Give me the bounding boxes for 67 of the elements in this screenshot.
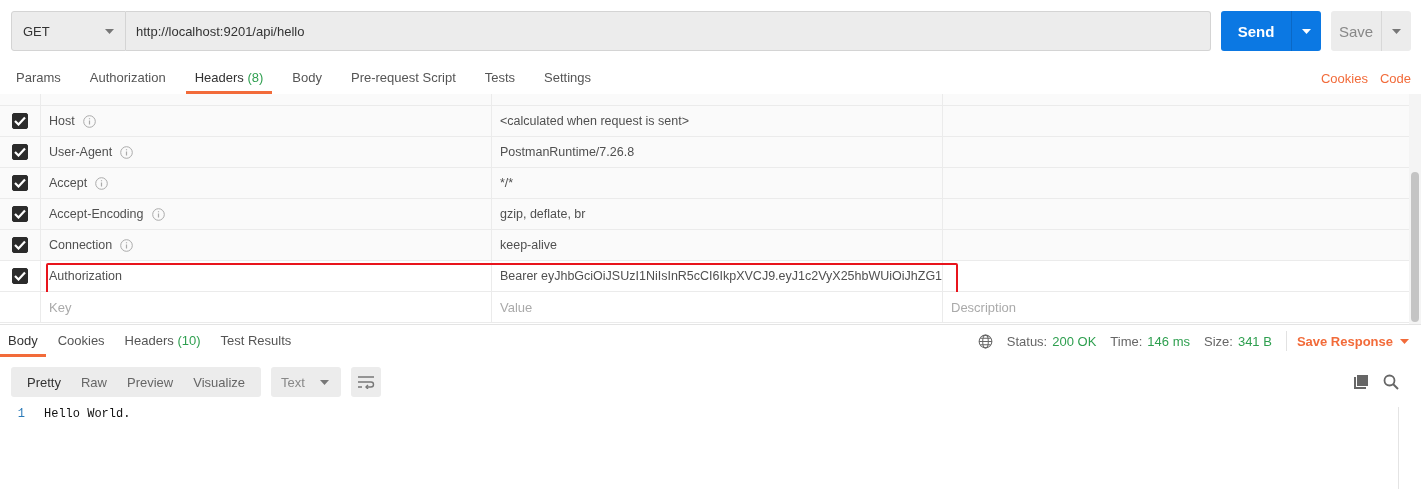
check-icon — [14, 240, 26, 250]
scrollbar-thumb[interactable] — [1411, 172, 1419, 322]
meta-label: Status: — [1006, 333, 1048, 349]
meta-label: Size: — [1204, 333, 1233, 349]
info-icon — [82, 114, 96, 128]
request-tab[interactable]: Settings — [535, 51, 601, 94]
response-tab[interactable]: Headers (10) — [116, 325, 209, 357]
view-mode-tab[interactable]: Preview — [117, 367, 184, 397]
caret-icon — [320, 379, 330, 385]
request-tab[interactable]: Pre-request Script — [342, 51, 465, 94]
check-icon — [14, 178, 26, 188]
key-field[interactable]: Key — [49, 299, 491, 315]
globe-icon — [977, 333, 993, 349]
wrap-lines-button[interactable] — [351, 367, 382, 397]
meta-label: Time: — [1110, 333, 1143, 349]
request-tab[interactable]: Body — [283, 51, 331, 94]
checkbox[interactable] — [12, 206, 28, 222]
url-field[interactable]: http://localhost:9201/api/hello — [126, 11, 1211, 51]
info-icon — [120, 145, 134, 159]
request-tab[interactable]: Tests — [475, 51, 525, 94]
wrap-lines-icon — [357, 375, 376, 389]
line-number: 1 — [16, 407, 26, 421]
header-key: Host — [49, 114, 75, 128]
value-field[interactable]: Value — [500, 299, 942, 315]
checkbox[interactable] — [12, 268, 28, 284]
header-value: <calculated when request is sent> — [500, 114, 689, 128]
header-value: keep-alive — [500, 238, 557, 252]
meta-value: 341 B — [1237, 333, 1272, 349]
info-icon — [120, 238, 134, 252]
meta-value: 200 OK — [1052, 333, 1097, 349]
header-value: PostmanRuntime/7.26.8 — [500, 145, 635, 159]
checkbox[interactable] — [12, 237, 28, 253]
check-icon — [14, 147, 26, 157]
request-tab[interactable]: Params — [7, 51, 70, 94]
response-tab[interactable]: Cookies — [49, 325, 113, 357]
request-tab[interactable]: Authorization — [80, 51, 175, 94]
header-value: Bearer eyJhbGciOiJSUzI1NiIsInR5cCI6IkpXVCJ9.eyJ1c2VyX25hbWUiOiJhZG1 — [500, 269, 943, 283]
checkbox[interactable] — [12, 113, 28, 129]
check-icon — [14, 116, 26, 126]
header-key: Authorization — [49, 269, 122, 283]
search-icon[interactable] — [1383, 374, 1399, 390]
description-field[interactable]: Description — [951, 299, 1409, 315]
caret-icon — [1400, 338, 1409, 344]
info-icon — [95, 176, 109, 190]
caret-icon — [1392, 28, 1401, 34]
header-value: */* — [500, 176, 514, 190]
header-key: Connection — [49, 238, 113, 252]
caret-icon — [1302, 28, 1311, 34]
code-line: Hello World. — [44, 407, 131, 421]
meta-value: 146 ms — [1147, 333, 1190, 349]
check-icon — [14, 271, 26, 281]
view-mode-tab[interactable]: Visualize — [183, 367, 256, 397]
header-key: Accept — [49, 176, 88, 190]
checkbox[interactable] — [12, 144, 28, 160]
copy-icon[interactable] — [1353, 374, 1369, 390]
header-value: gzip, deflate, br — [500, 207, 586, 221]
info-icon — [151, 207, 165, 221]
caret-icon — [105, 28, 114, 34]
header-key: User-Agent — [49, 145, 113, 159]
view-mode-tab[interactable]: Raw — [70, 367, 117, 397]
response-tab[interactable]: Test Results — [212, 325, 300, 357]
view-mode-tab[interactable]: Pretty — [17, 367, 71, 397]
checkbox[interactable] — [12, 175, 28, 191]
check-icon — [14, 209, 26, 219]
method-dropdown[interactable]: GET — [11, 11, 126, 51]
response-tab[interactable]: Body — [0, 325, 46, 357]
header-key: Accept-Encoding — [49, 207, 144, 221]
